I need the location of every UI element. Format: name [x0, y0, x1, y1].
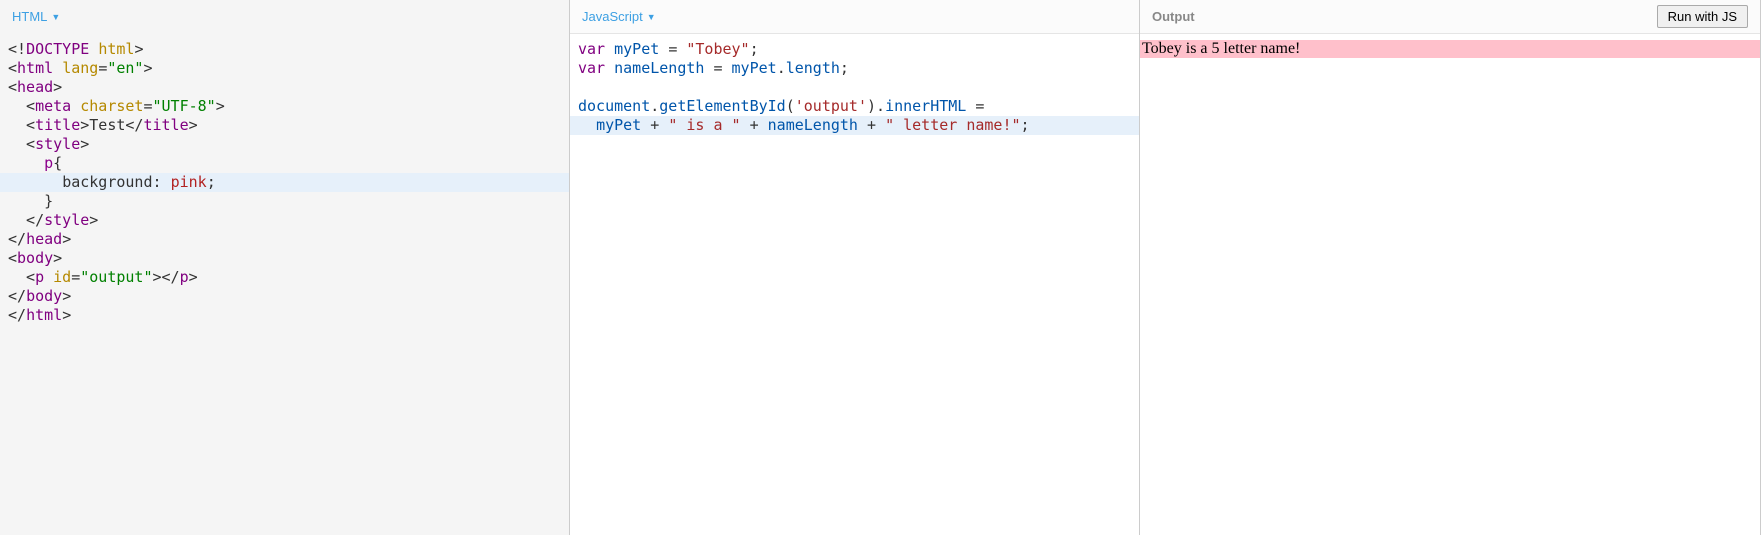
code-line[interactable]: <title>Test</title>	[0, 116, 569, 135]
code-line[interactable]: }	[0, 192, 569, 211]
output-tab-label: Output	[1152, 9, 1195, 24]
code-line[interactable]: document.getElementById('output').innerH…	[570, 97, 1139, 116]
js-panel: JavaScript ▼ var myPet = "Tobey";var nam…	[570, 0, 1140, 535]
run-with-js-button[interactable]: Run with JS	[1657, 5, 1748, 28]
js-tab-label: JavaScript	[582, 9, 643, 24]
caret-down-icon: ▼	[647, 12, 656, 22]
code-line[interactable]: <!DOCTYPE html>	[0, 40, 569, 59]
code-line[interactable]: <body>	[0, 249, 569, 268]
html-panel: HTML ▼ <!DOCTYPE html><html lang="en"><h…	[0, 0, 570, 535]
html-editor[interactable]: <!DOCTYPE html><html lang="en"><head> <m…	[0, 34, 569, 535]
code-line[interactable]: <style>	[0, 135, 569, 154]
code-line[interactable]	[570, 78, 1139, 97]
caret-down-icon: ▼	[51, 12, 60, 22]
html-tab-label: HTML	[12, 9, 47, 24]
code-line[interactable]: </body>	[0, 287, 569, 306]
code-line[interactable]: var myPet = "Tobey";	[570, 40, 1139, 59]
output-body: Tobey is a 5 letter name!	[1140, 34, 1760, 535]
code-line[interactable]: p{	[0, 154, 569, 173]
output-panel: Output Run with JS Tobey is a 5 letter n…	[1140, 0, 1761, 535]
code-line[interactable]: background: pink;	[0, 173, 569, 192]
code-line[interactable]: </html>	[0, 306, 569, 325]
code-line[interactable]: <head>	[0, 78, 569, 97]
code-line[interactable]: var nameLength = myPet.length;	[570, 59, 1139, 78]
html-panel-header: HTML ▼	[0, 0, 569, 34]
code-line[interactable]: <p id="output"></p>	[0, 268, 569, 287]
code-line[interactable]: <meta charset="UTF-8">	[0, 97, 569, 116]
code-line[interactable]: </style>	[0, 211, 569, 230]
js-panel-header: JavaScript ▼	[570, 0, 1139, 34]
code-line[interactable]: </head>	[0, 230, 569, 249]
html-tab[interactable]: HTML ▼	[12, 9, 60, 24]
js-tab[interactable]: JavaScript ▼	[582, 9, 656, 24]
output-paragraph: Tobey is a 5 letter name!	[1140, 40, 1760, 58]
code-line[interactable]: myPet + " is a " + nameLength + " letter…	[570, 116, 1139, 135]
code-line[interactable]: <html lang="en">	[0, 59, 569, 78]
js-editor[interactable]: var myPet = "Tobey";var nameLength = myP…	[570, 34, 1139, 535]
output-panel-header: Output Run with JS	[1140, 0, 1760, 34]
